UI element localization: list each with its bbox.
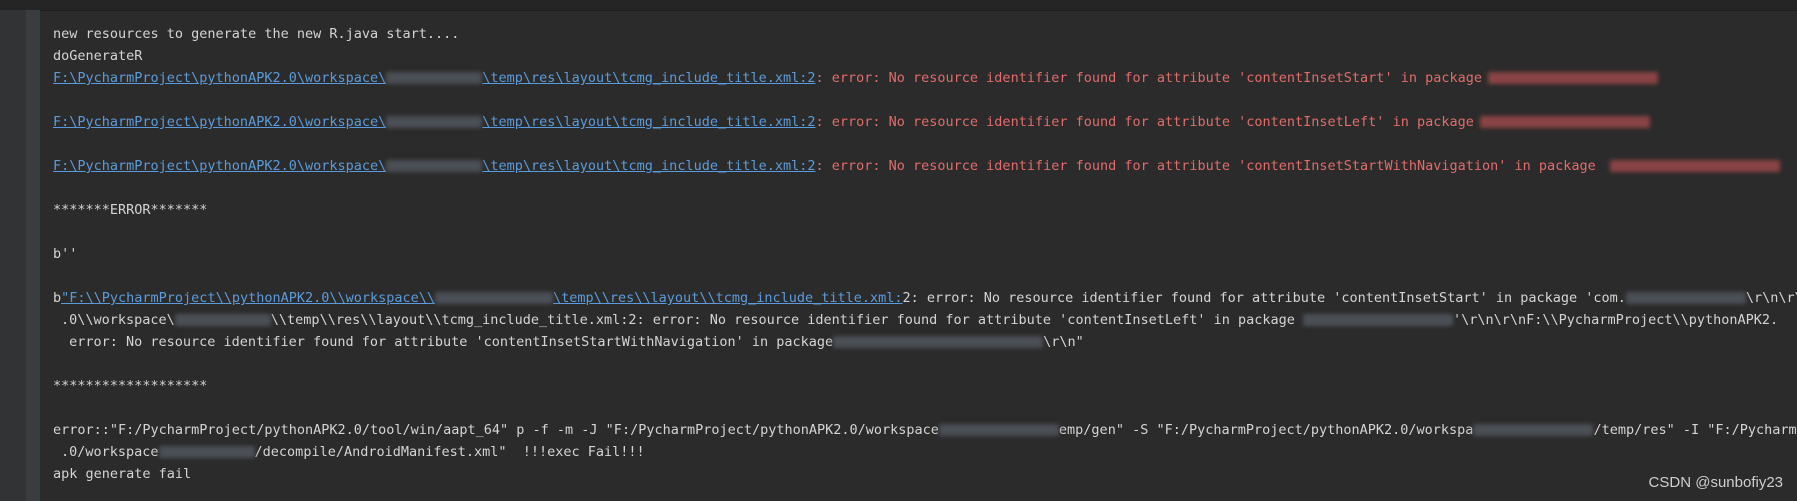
redacted-text (158, 446, 255, 458)
redacted-text (833, 336, 1044, 348)
run-console-output: new resources to generate the new R.java… (53, 23, 1797, 485)
redacted-text (435, 292, 554, 304)
console-line: apk generate fail (53, 466, 192, 482)
redacted-text (1609, 160, 1780, 172)
console-line: b'' (53, 246, 78, 262)
redacted-text (174, 314, 271, 326)
console-line: ******************* (53, 378, 208, 394)
editor-top-bar (0, 0, 1797, 11)
file-path-link[interactable]: F:\PycharmProject\pythonAPK2.0\workspace… (53, 114, 816, 130)
console-gutter-strip (26, 10, 40, 501)
console-command-line: .0/workspace/decompile/AndroidManifest.x… (61, 444, 645, 460)
redacted-text (386, 160, 483, 172)
console-bytes-line: b"F:\\PycharmProject\\pythonAPK2.0\\work… (53, 290, 1797, 306)
watermark: CSDN @sunbofiy23 (1648, 474, 1783, 491)
redacted-text (1487, 72, 1658, 84)
redacted-text (386, 116, 483, 128)
console-command-line: error::"F:/PycharmProject/pythonAPK2.0/t… (53, 422, 1797, 438)
console-error-line: F:\PycharmProject\pythonAPK2.0\workspace… (53, 155, 1797, 177)
redacted-text (938, 424, 1059, 436)
file-path-link[interactable]: F:\PycharmProject\pythonAPK2.0\workspace… (53, 70, 816, 86)
console-error-line: F:\PycharmProject\pythonAPK2.0\workspace… (53, 111, 1797, 133)
console-line: new resources to generate the new R.java… (53, 26, 460, 42)
console-bytes-line: error: No resource identifier found for … (61, 334, 1084, 350)
redacted-text (1625, 292, 1746, 304)
redacted-text (1303, 314, 1454, 326)
redacted-text (1473, 424, 1594, 436)
console-line: doGenerateR (53, 48, 143, 64)
console-line: *******ERROR******* (53, 202, 208, 218)
redacted-text (1479, 116, 1650, 128)
console-bytes-line: .0\\workspace\ \\temp\\res\\layout\\tcmg_… (61, 312, 1779, 328)
redacted-text (386, 72, 483, 84)
console-gutter (0, 10, 26, 501)
file-path-link[interactable]: "F:\\PycharmProject\\pythonAPK2.0\\works… (61, 290, 902, 306)
file-path-link[interactable]: F:\PycharmProject\pythonAPK2.0\workspace… (53, 158, 816, 174)
console-error-line: F:\PycharmProject\pythonAPK2.0\workspace… (53, 67, 1797, 89)
